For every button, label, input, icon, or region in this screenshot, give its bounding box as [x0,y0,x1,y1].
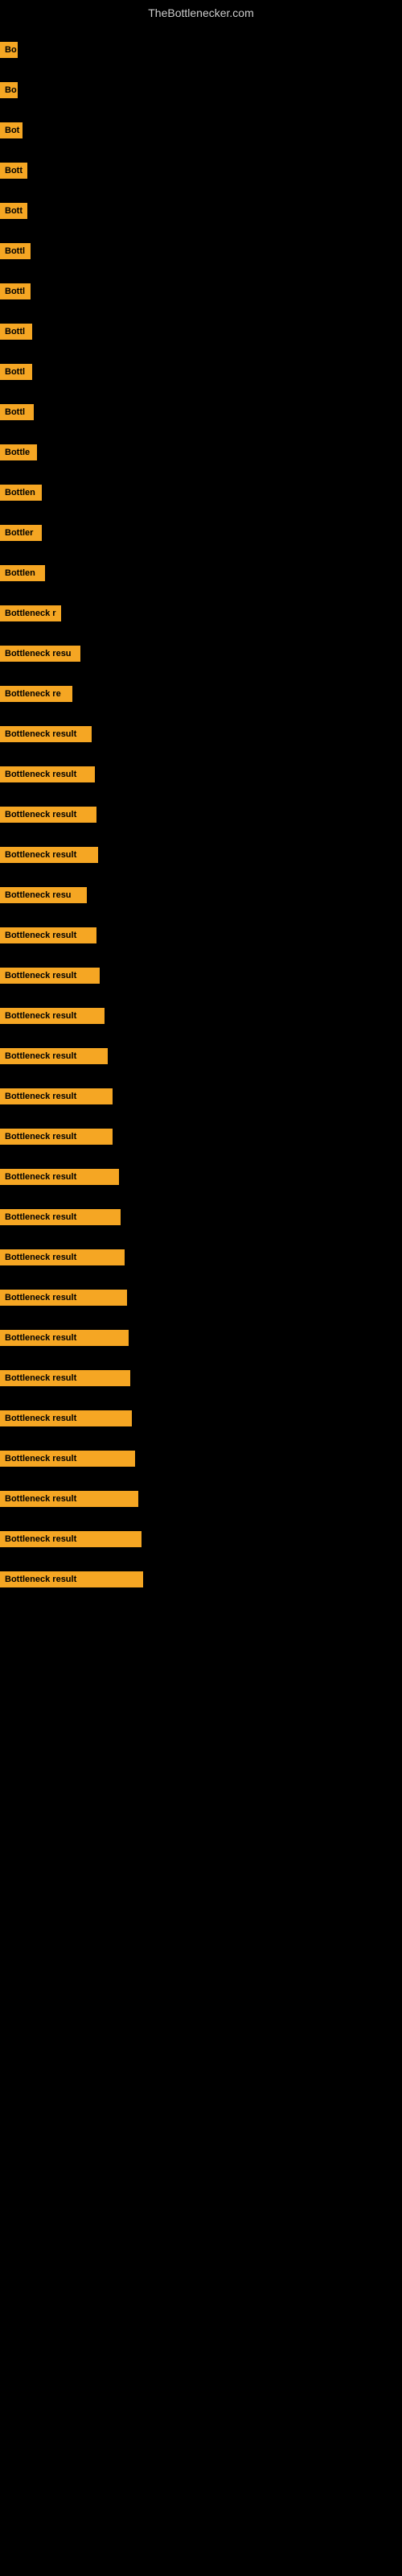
bottleneck-result-badge: Bott [0,203,27,219]
result-row: Bottleneck result [0,1526,402,1552]
result-row: Bottleneck result [0,1325,402,1351]
result-row: Bottleneck result [0,923,402,948]
result-row: Bottleneck result [0,1043,402,1069]
site-title: TheBottlenecker.com [0,0,402,23]
result-row: Bottleneck result [0,842,402,868]
bottleneck-result-badge: Bottleneck resu [0,887,87,903]
bottleneck-result-badge: Bottlen [0,565,45,581]
result-row: Bottleneck result [0,1406,402,1431]
result-row: Bottl [0,238,402,264]
bottleneck-result-badge: Bottle [0,444,37,460]
result-row: Bottle [0,440,402,465]
result-row: Bottl [0,359,402,385]
bottleneck-result-badge: Bottleneck re [0,686,72,702]
result-row: Bottleneck result [0,1124,402,1150]
result-row: Bottleneck result [0,1003,402,1029]
bottleneck-result-badge: Bottl [0,283,31,299]
bottleneck-result-badge: Bottl [0,364,32,380]
bottleneck-result-badge: Bottleneck result [0,1290,127,1306]
result-row: Bottleneck result [0,963,402,989]
result-row: Bo [0,37,402,63]
bottleneck-result-badge: Bottleneck result [0,766,95,782]
bottleneck-result-badge: Bottleneck result [0,1491,138,1507]
result-row: Bottleneck resu [0,882,402,908]
bottleneck-result-badge: Bottleneck result [0,1048,108,1064]
bottleneck-result-badge: Bottleneck result [0,1088,113,1104]
bottleneck-result-badge: Bott [0,163,27,179]
bottleneck-result-badge: Bo [0,82,18,98]
result-row: Bottleneck result [0,802,402,828]
result-row: Bottleneck result [0,1164,402,1190]
result-row: Bo [0,77,402,103]
result-row: Bottl [0,399,402,425]
bottleneck-result-badge: Bottleneck result [0,726,92,742]
bottleneck-result-badge: Bottler [0,525,42,541]
result-row: Bottler [0,520,402,546]
result-row: Bottleneck result [0,1204,402,1230]
bottleneck-result-badge: Bottleneck result [0,968,100,984]
bottleneck-result-badge: Bottleneck result [0,1129,113,1145]
bottleneck-result-badge: Bottleneck result [0,1531,142,1547]
result-row: Bottleneck result [0,1446,402,1472]
result-row: Bottlen [0,560,402,586]
bottleneck-result-badge: Bottleneck r [0,605,61,621]
result-row: Bottleneck result [0,1245,402,1270]
result-row: Bottleneck r [0,601,402,626]
bottleneck-result-badge: Bottleneck result [0,807,96,823]
bottleneck-result-badge: Bot [0,122,23,138]
bottleneck-result-badge: Bottl [0,324,32,340]
bottleneck-result-badge: Bottleneck result [0,1169,119,1185]
result-row: Bottleneck result [0,762,402,787]
result-row: Bott [0,198,402,224]
bottleneck-result-badge: Bottleneck result [0,1571,143,1587]
result-row: Bottleneck result [0,721,402,747]
bottleneck-result-badge: Bottleneck result [0,847,98,863]
bottleneck-result-badge: Bottleneck resu [0,646,80,662]
result-row: Bottl [0,319,402,345]
bottleneck-result-badge: Bottleneck result [0,1451,135,1467]
result-row: Bot [0,118,402,143]
bottleneck-result-badge: Bottlen [0,485,42,501]
bottleneck-result-badge: Bottleneck result [0,1209,121,1225]
result-row: Bottleneck result [0,1285,402,1311]
bottleneck-result-badge: Bottl [0,243,31,259]
result-row: Bottleneck result [0,1084,402,1109]
bottleneck-result-badge: Bottleneck result [0,1008,105,1024]
bottleneck-result-badge: Bottleneck result [0,1330,129,1346]
result-row: Bottlen [0,480,402,506]
bottleneck-result-badge: Bottl [0,404,34,420]
bottleneck-result-badge: Bottleneck result [0,1370,130,1386]
result-row: Bottl [0,279,402,304]
result-row: Bottleneck result [0,1365,402,1391]
result-row: Bottleneck result [0,1486,402,1512]
result-row: Bottleneck re [0,681,402,707]
result-row: Bottleneck result [0,1567,402,1592]
bottleneck-result-badge: Bo [0,42,18,58]
bottleneck-result-badge: Bottleneck result [0,927,96,943]
result-row: Bott [0,158,402,184]
bottleneck-result-badge: Bottleneck result [0,1410,132,1426]
bottleneck-result-badge: Bottleneck result [0,1249,125,1265]
result-row: Bottleneck resu [0,641,402,667]
